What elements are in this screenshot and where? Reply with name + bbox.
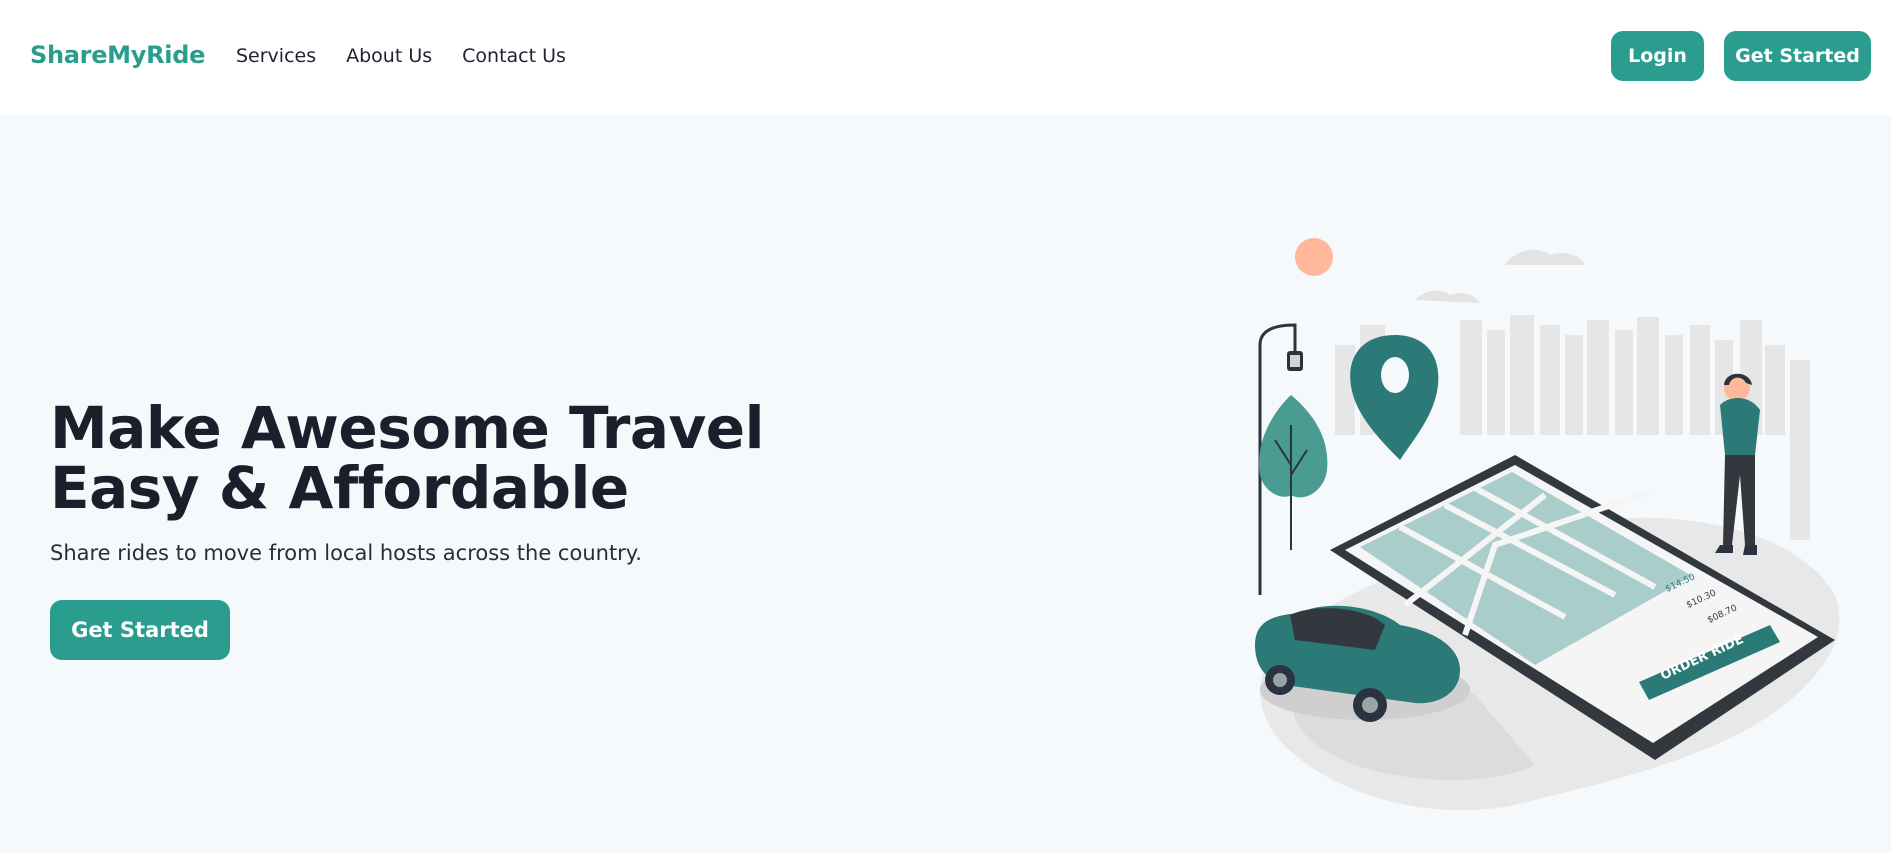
nav-about-link[interactable]: About Us	[346, 45, 432, 67]
cloud	[1415, 290, 1480, 303]
tree	[1259, 395, 1328, 550]
site-header: ShareMyRide Services About Us Contact Us…	[0, 0, 1891, 115]
hero-title: Make Awesome Travel Easy & Affordable	[50, 398, 770, 518]
main-nav: Services About Us Contact Us	[236, 45, 596, 67]
nav-contact-link[interactable]: Contact Us	[462, 45, 566, 67]
brand-logo[interactable]: ShareMyRide	[30, 41, 205, 69]
hero-subtitle: Share rides to move from local hosts acr…	[50, 541, 642, 565]
ride-sharing-illustration: $14.50 $10.30 $08.70 ORDER RIDE	[1255, 238, 1840, 811]
sun	[1295, 238, 1333, 276]
cloud	[1505, 249, 1585, 265]
login-button[interactable]: Login	[1611, 31, 1704, 81]
location-pin	[1350, 335, 1439, 460]
header-get-started-button[interactable]: Get Started	[1724, 31, 1871, 81]
hero-title-line2: Easy & Affordable	[50, 454, 629, 522]
hero-title-line1: Make Awesome Travel	[50, 394, 765, 462]
nav-services-link[interactable]: Services	[236, 45, 316, 67]
hero-get-started-button[interactable]: Get Started	[50, 600, 230, 660]
